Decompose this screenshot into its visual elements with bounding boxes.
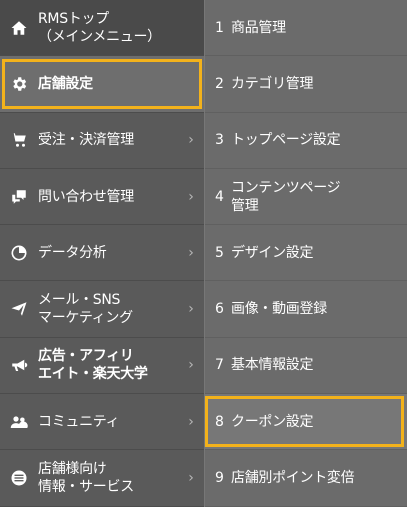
submenu-item-product-management[interactable]: 1 商品管理 bbox=[205, 0, 407, 57]
chevron-right-icon: › bbox=[188, 357, 194, 374]
sidebar-item-label: 広告・アフィリ エイト・楽天大学 bbox=[38, 348, 148, 383]
submenu-item-number: 1 bbox=[215, 19, 224, 36]
chevron-right-icon: › bbox=[188, 132, 194, 149]
submenu-item-coupon-settings[interactable]: 8 クーポン設定 bbox=[205, 394, 407, 451]
chevron-right-icon: › bbox=[188, 244, 194, 261]
sidebar-item-data-analysis[interactable]: データ分析 › bbox=[0, 225, 204, 282]
sidebar-item-label: RMSトップ （メインメニュー） bbox=[38, 10, 161, 45]
chevron-right-icon: › bbox=[188, 301, 194, 318]
sidebar-item-inquiries[interactable]: 問い合わせ管理 › bbox=[0, 169, 204, 226]
submenu-item-label: 画像・動画登録 bbox=[231, 301, 327, 318]
submenu-item-number: 7 bbox=[215, 357, 224, 374]
submenu-item-top-page-settings[interactable]: 3 トップページ設定 bbox=[205, 113, 407, 169]
submenu-item-label: デザイン設定 bbox=[231, 244, 314, 261]
rms-menu: RMSトップ （メインメニュー） 店舗設定 受注・決済管理 › 問い合わせ管理 … bbox=[0, 0, 407, 507]
submenu-item-number: 2 bbox=[215, 75, 224, 92]
submenu-item-design-settings[interactable]: 5 デザイン設定 bbox=[205, 225, 407, 282]
sidebar-item-label: データ分析 bbox=[38, 244, 107, 261]
submenu-item-label: カテゴリ管理 bbox=[231, 75, 314, 92]
chevron-right-icon: › bbox=[188, 188, 194, 205]
sidebar-item-label: 店舗様向け 情報・サービス bbox=[38, 461, 134, 496]
submenu-item-number: 3 bbox=[215, 132, 224, 149]
submenu-item-image-video-upload[interactable]: 6 画像・動画登録 bbox=[205, 281, 407, 338]
submenu-item-label: 商品管理 bbox=[231, 19, 286, 36]
submenu-item-number: 5 bbox=[215, 244, 224, 261]
megaphone-icon bbox=[8, 354, 30, 376]
main-sidebar: RMSトップ （メインメニュー） 店舗設定 受注・決済管理 › 問い合わせ管理 … bbox=[0, 0, 204, 507]
submenu-item-content-page-management[interactable]: 4 コンテンツページ 管理 bbox=[205, 169, 407, 226]
submenu-item-basic-info-settings[interactable]: 7 基本情報設定 bbox=[205, 338, 407, 395]
sidebar-item-mail-sns-marketing[interactable]: メール・SNS マーケティング › bbox=[0, 281, 204, 338]
chevron-right-icon: › bbox=[188, 413, 194, 430]
sidebar-item-rms-top[interactable]: RMSトップ （メインメニュー） bbox=[0, 0, 204, 57]
submenu-item-category-management[interactable]: 2 カテゴリ管理 bbox=[205, 56, 407, 113]
store-settings-submenu: 1 商品管理 2 カテゴリ管理 3 トップページ設定 4 コンテンツページ 管理… bbox=[204, 0, 407, 507]
submenu-item-number: 6 bbox=[215, 301, 224, 318]
chat-icon bbox=[8, 186, 30, 208]
sidebar-item-label: 問い合わせ管理 bbox=[38, 188, 134, 205]
pie-chart-icon bbox=[8, 242, 30, 264]
sidebar-item-label: メール・SNS マーケティング bbox=[38, 292, 133, 327]
sidebar-item-orders-payments[interactable]: 受注・決済管理 › bbox=[0, 113, 204, 169]
submenu-item-number: 9 bbox=[215, 470, 224, 487]
sidebar-item-community[interactable]: コミュニティ › bbox=[0, 394, 204, 451]
cart-icon bbox=[8, 129, 30, 151]
sidebar-item-label: 受注・決済管理 bbox=[38, 132, 134, 149]
submenu-item-number: 4 bbox=[215, 188, 224, 205]
sidebar-item-label: 店舗設定 bbox=[38, 75, 93, 92]
sidebar-item-label: コミュニティ bbox=[38, 413, 120, 430]
submenu-item-store-point-multiplier[interactable]: 9 店舗別ポイント変倍 bbox=[205, 450, 407, 507]
submenu-item-label: クーポン設定 bbox=[231, 413, 314, 430]
list-icon bbox=[8, 467, 30, 489]
sidebar-item-ads-affiliate[interactable]: 広告・アフィリ エイト・楽天大学 › bbox=[0, 338, 204, 395]
submenu-item-label: トップページ設定 bbox=[231, 132, 341, 149]
chevron-right-icon: › bbox=[188, 470, 194, 487]
sidebar-item-store-settings[interactable]: 店舗設定 bbox=[0, 56, 204, 113]
home-icon bbox=[8, 17, 30, 39]
submenu-item-label: 基本情報設定 bbox=[231, 357, 314, 374]
users-icon bbox=[8, 411, 30, 433]
submenu-item-number: 8 bbox=[215, 413, 224, 430]
submenu-item-label: コンテンツページ 管理 bbox=[231, 179, 341, 214]
gear-icon bbox=[8, 73, 30, 95]
submenu-item-label: 店舗別ポイント変倍 bbox=[231, 470, 355, 487]
paper-plane-icon bbox=[8, 298, 30, 320]
sidebar-item-store-info-services[interactable]: 店舗様向け 情報・サービス › bbox=[0, 450, 204, 507]
